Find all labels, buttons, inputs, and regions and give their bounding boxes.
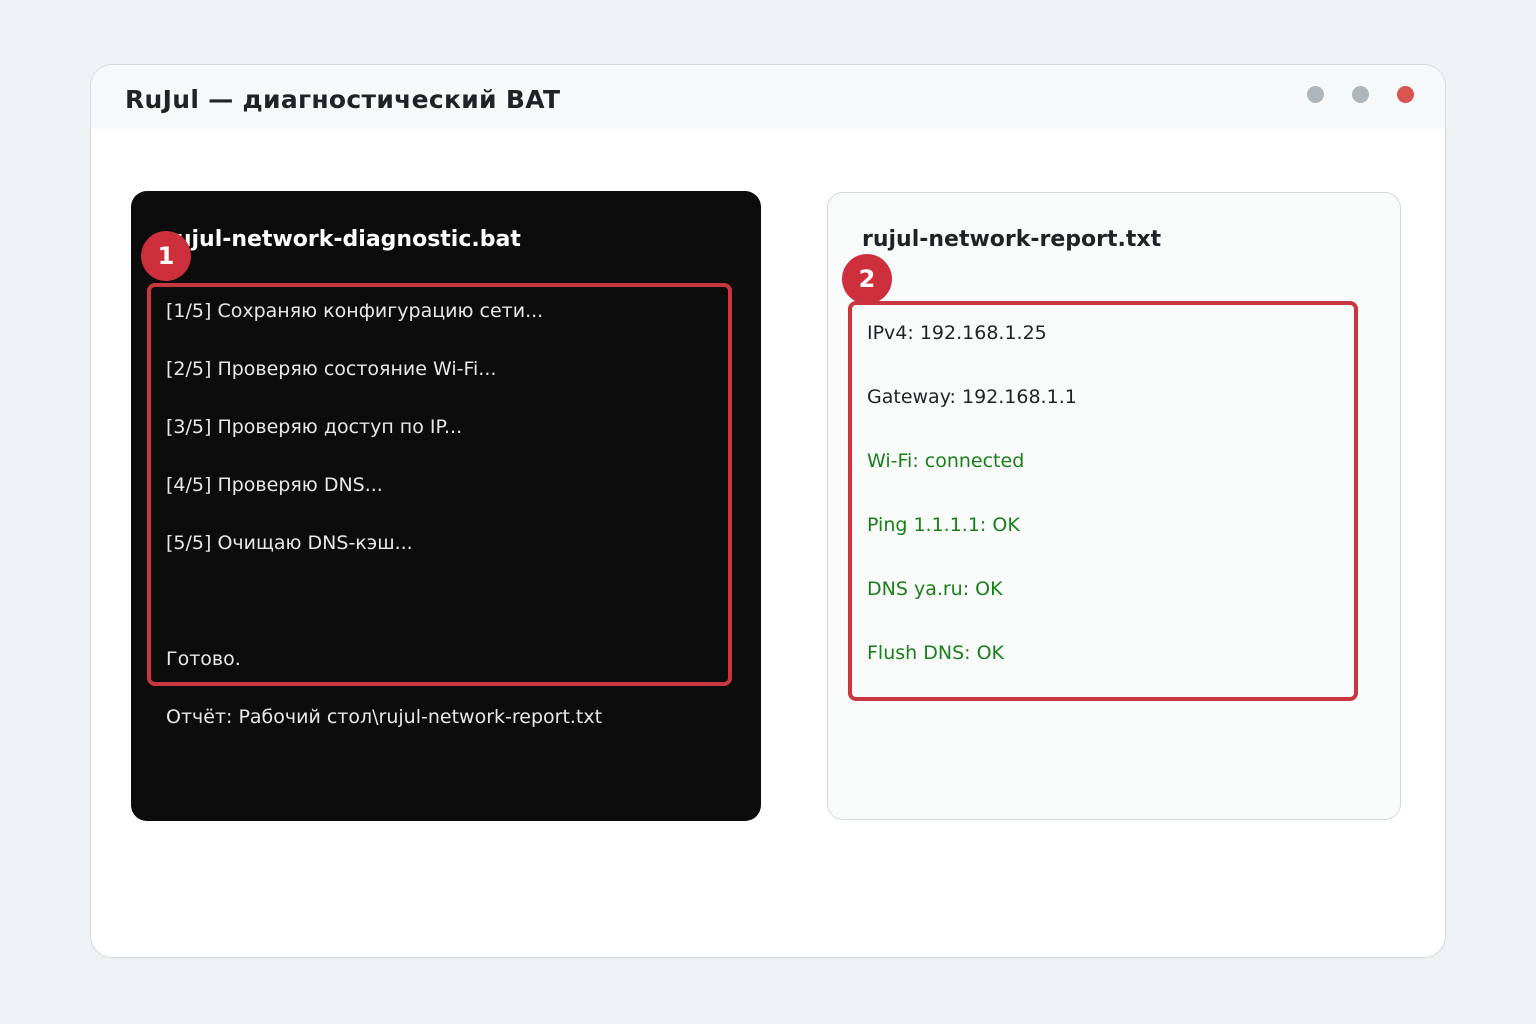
app-window: RuJul — диагностический BAT rujul-networ… bbox=[90, 64, 1446, 958]
step-badge-1: 1 bbox=[141, 231, 191, 281]
terminal-done-line: Готово. bbox=[166, 648, 241, 670]
terminal-report-path: Отчёт: Рабочий стол\rujul-network-report… bbox=[166, 706, 603, 728]
terminal-filename: rujul-network-diagnostic.bat bbox=[165, 227, 521, 252]
maximize-button[interactable] bbox=[1352, 86, 1369, 103]
terminal-line: [2/5] Проверяю состояние Wi-Fi... bbox=[166, 358, 497, 380]
report-filename: rujul-network-report.txt bbox=[862, 227, 1162, 252]
report-line: Ping 1.1.1.1: OK bbox=[867, 514, 1020, 536]
close-button[interactable] bbox=[1397, 86, 1414, 103]
terminal-line: [4/5] Проверяю DNS... bbox=[166, 474, 383, 496]
terminal-line: [1/5] Сохраняю конфигурацию сети... bbox=[166, 300, 544, 322]
report-line: Flush DNS: OK bbox=[867, 642, 1004, 664]
report-line: IPv4: 192.168.1.25 bbox=[867, 322, 1047, 344]
terminal-line: [3/5] Проверяю доступ по IP... bbox=[166, 416, 463, 438]
report-highlight-box bbox=[848, 301, 1358, 701]
report-line: DNS ya.ru: OK bbox=[867, 578, 1003, 600]
minimize-button[interactable] bbox=[1307, 86, 1324, 103]
terminal-line: [5/5] Очищаю DNS-кэш... bbox=[166, 532, 413, 554]
step-badge-2: 2 bbox=[842, 254, 892, 304]
window-title: RuJul — диагностический BAT bbox=[125, 85, 561, 114]
terminal-panel: rujul-network-diagnostic.bat [1/5] Сохра… bbox=[131, 191, 761, 821]
title-bar: RuJul — диагностический BAT bbox=[91, 65, 1445, 129]
report-line: Gateway: 192.168.1.1 bbox=[867, 386, 1077, 408]
report-line: Wi-Fi: connected bbox=[867, 450, 1025, 472]
report-panel: rujul-network-report.txt IPv4: 192.168.1… bbox=[827, 192, 1401, 820]
